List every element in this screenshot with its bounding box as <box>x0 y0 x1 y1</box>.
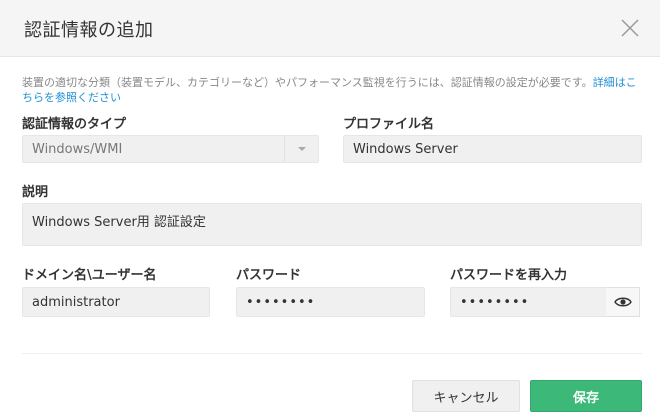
add-credential-dialog: 認証情報の追加 装置の適切な分類（装置モデル、カテゴリーなど）やパフォーマンス監… <box>0 0 660 418</box>
save-button[interactable]: 保存 <box>530 380 642 412</box>
footer-divider <box>22 353 642 354</box>
show-password-button[interactable] <box>606 287 640 317</box>
triangle-down-icon[interactable] <box>284 136 318 162</box>
dialog-header: 認証情報の追加 <box>0 0 660 57</box>
password-label: パスワード <box>236 268 302 283</box>
domain-user-label: ドメイン名\ユーザー名 <box>22 268 157 283</box>
domain-user-value: administrator <box>32 294 120 310</box>
domain-user-input[interactable]: administrator <box>22 287 210 317</box>
description-value: Windows Server用 認証設定 <box>32 215 206 230</box>
dialog-title: 認証情報の追加 <box>24 20 154 41</box>
cancel-button[interactable]: キャンセル <box>412 380 520 412</box>
password-input[interactable]: •••••••• <box>236 287 425 317</box>
password-confirm-value: •••••••• <box>460 294 530 310</box>
dialog-description: 装置の適切な分類（装置モデル、カテゴリーなど）やパフォーマンス監視を行うには、認… <box>22 75 642 105</box>
credential-type-value: Windows/WMI <box>32 141 123 157</box>
description-label: 説明 <box>22 185 49 200</box>
profile-name-input[interactable]: Windows Server <box>343 135 642 163</box>
credential-type-select[interactable]: Windows/WMI <box>22 135 319 163</box>
description-text: 装置の適切な分類（装置モデル、カテゴリーなど）やパフォーマンス監視を行うには、認… <box>22 76 593 89</box>
description-textarea[interactable]: Windows Server用 認証設定 <box>22 203 642 246</box>
password-confirm-input[interactable]: •••••••• <box>450 287 607 317</box>
password-value: •••••••• <box>246 294 316 310</box>
profile-name-value: Windows Server <box>353 141 458 157</box>
close-icon[interactable] <box>618 16 642 40</box>
password-confirm-label: パスワードを再入力 <box>450 268 568 283</box>
credential-type-label: 認証情報のタイプ <box>22 117 127 132</box>
eye-icon <box>613 297 632 307</box>
profile-name-label: プロファイル名 <box>343 117 435 132</box>
